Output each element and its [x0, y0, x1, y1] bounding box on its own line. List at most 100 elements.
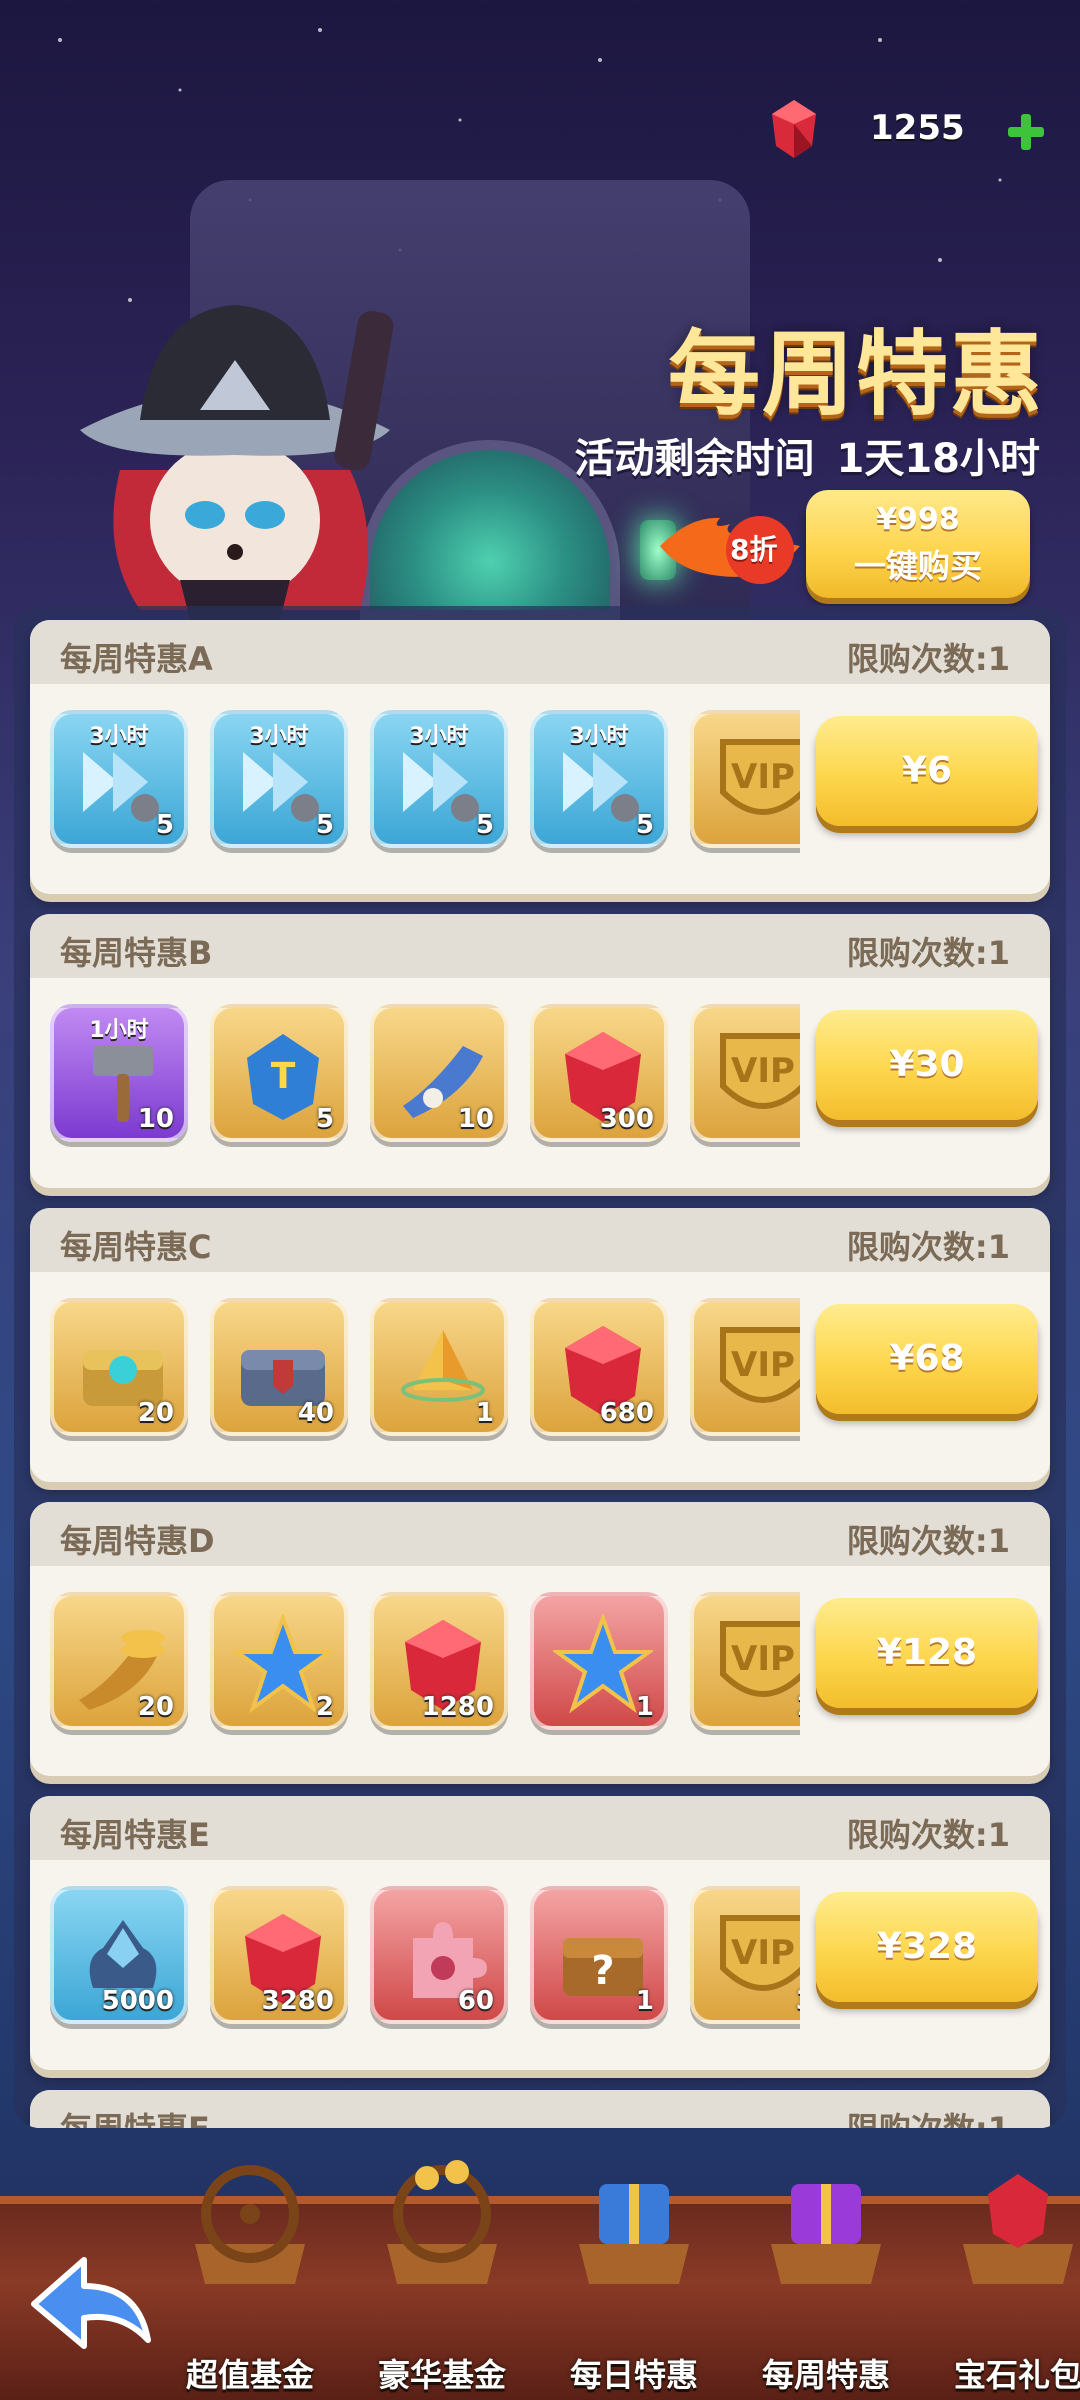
- reward-item[interactable]: 300: [530, 1004, 668, 1142]
- reward-item[interactable]: VIP: [690, 710, 800, 848]
- nav-tab-5[interactable]: 宝石礼包: [933, 2144, 1080, 2400]
- reward-item[interactable]: 1: [370, 1298, 508, 1436]
- item-count: 1280: [421, 1692, 494, 1722]
- reward-item[interactable]: 3小时 5: [530, 710, 668, 848]
- offer-items: 5000328060?1VIP3: [50, 1886, 800, 2030]
- reward-item[interactable]: 1小时 10: [50, 1004, 188, 1142]
- item-count: 2: [315, 1692, 334, 1722]
- gem-currency: 1255: [770, 100, 1060, 164]
- svg-text:VIP: VIP: [731, 1639, 795, 1679]
- reward-item[interactable]: T5: [210, 1004, 348, 1142]
- offer-items: 1小时 10 T 5 10 300 VIP: [50, 1004, 800, 1148]
- vip-badge-icon: VIP: [720, 1621, 800, 1697]
- purchase-limit: 限购次数:1: [846, 640, 1010, 678]
- item-count: 5000: [101, 1986, 174, 2016]
- time-value: 1天18小时: [836, 436, 1041, 482]
- item-count: 3: [796, 1986, 800, 2016]
- offer-card: 每周特惠A 限购次数:1 3小时 5 3小时 5 3小时 5 3小时 5 VIP ¥6: [30, 620, 1050, 894]
- item-count: 5: [475, 810, 494, 840]
- reward-item[interactable]: 3小时 5: [370, 710, 508, 848]
- offer-title: 每周特惠B: [60, 934, 213, 972]
- svg-text:VIP: VIP: [731, 1933, 795, 1973]
- reward-item[interactable]: VIP: [690, 1298, 800, 1436]
- nav-tab-2[interactable]: 豪华基金: [357, 2144, 527, 2400]
- item-count: 5: [635, 810, 654, 840]
- item-duration-tag: 3小时: [409, 724, 469, 749]
- item-count: 5: [315, 1104, 334, 1134]
- reward-item[interactable]: 5000: [50, 1886, 188, 2024]
- item-count: 40: [297, 1398, 334, 1428]
- reward-item[interactable]: VIP3: [690, 1886, 800, 2024]
- buy-all-button[interactable]: ¥998 一键购买: [806, 490, 1030, 598]
- vip-badge-icon: VIP: [720, 1033, 800, 1109]
- purchase-limit: 限购次数:1: [846, 934, 1010, 972]
- event-title: 每周特惠: [667, 321, 1044, 428]
- reward-item[interactable]: 20: [50, 1298, 188, 1436]
- offer-card: 每周特惠B 限购次数:1 1小时 10 T 5 10 300 VIP ¥30: [30, 914, 1050, 1188]
- item-count: 680: [599, 1398, 654, 1428]
- offer-card-header: 每周特惠B 限购次数:1: [30, 914, 1050, 978]
- buy-offer-button[interactable]: ¥328: [816, 1892, 1038, 2002]
- offer-card-header: 每周特惠E 限购次数:1: [30, 1796, 1050, 1860]
- offers-panel[interactable]: 每周特惠A 限购次数:1 3小时 5 3小时 5 3小时 5 3小时 5 VIP ¥6 每周特惠B 限购次…: [14, 606, 1066, 2128]
- offer-card: 每周特惠C 限购次数:1 20 40 1 680 VIP ¥68: [30, 1208, 1050, 1482]
- reward-item[interactable]: 60: [370, 1886, 508, 2024]
- reward-item[interactable]: 3小时 5: [210, 710, 348, 848]
- weekly-gift-ship-icon: [771, 2184, 881, 2284]
- reward-item[interactable]: 2: [210, 1592, 348, 1730]
- offer-card: 每周特惠D限购次数:120212801VIP1¥128: [30, 1502, 1050, 1776]
- bundle-action: 一键购买: [853, 547, 982, 585]
- add-gems-plus-icon[interactable]: [1006, 112, 1046, 152]
- daily-gift-ship-icon: [579, 2184, 689, 2284]
- reward-item[interactable]: 10: [370, 1004, 508, 1142]
- gem-count: 1255: [870, 108, 965, 148]
- cowgirl-fox-character: [80, 305, 394, 620]
- buy-offer-button[interactable]: ¥6: [816, 716, 1038, 826]
- offer-title: 每周特惠F: [60, 2104, 210, 2128]
- item-count: 10: [457, 1104, 494, 1134]
- reward-item[interactable]: 1280: [370, 1592, 508, 1730]
- reward-item[interactable]: 3280: [210, 1886, 348, 2024]
- offer-items: 3小时 5 3小时 5 3小时 5 3小时 5 VIP: [50, 710, 800, 854]
- svg-text:VIP: VIP: [731, 757, 795, 797]
- svg-text:VIP: VIP: [731, 1345, 795, 1385]
- buy-offer-button[interactable]: ¥128: [816, 1598, 1038, 1708]
- reward-item[interactable]: 1: [530, 1592, 668, 1730]
- item-count: 300: [599, 1104, 654, 1134]
- vip-badge-icon: VIP: [720, 1327, 800, 1403]
- discount-label: 8折: [730, 533, 778, 566]
- item-count: 10: [137, 1104, 174, 1134]
- reward-item[interactable]: ? 1: [530, 1886, 668, 2024]
- gem-ship-icon: [963, 2174, 1073, 2284]
- offer-card-header: 每周特惠C 限购次数:1: [30, 1208, 1050, 1272]
- item-count: 60: [457, 1986, 494, 2016]
- reward-item[interactable]: 20: [50, 1592, 188, 1730]
- item-count: 1: [796, 1692, 800, 1722]
- buy-offer-button[interactable]: ¥30: [816, 1010, 1038, 1120]
- reward-item[interactable]: VIP: [690, 1004, 800, 1142]
- reward-item[interactable]: 40: [210, 1298, 348, 1436]
- reward-item[interactable]: 3小时 5: [50, 710, 188, 848]
- purchase-limit: 限购次数:1: [846, 1228, 1010, 1266]
- reward-item[interactable]: VIP1: [690, 1592, 800, 1730]
- nav-tab-label: 每周特惠: [761, 2356, 890, 2394]
- offer-card: 每周特惠F 限购次数:1: [30, 2090, 1050, 2128]
- svg-text:?: ?: [591, 1948, 614, 1994]
- reward-item[interactable]: 680: [530, 1298, 668, 1436]
- offer-card: 每周特惠E限购次数:15000328060?1VIP3¥328: [30, 1796, 1050, 2070]
- offer-card-header: 每周特惠D 限购次数:1: [30, 1502, 1050, 1566]
- item-count: 5: [315, 810, 334, 840]
- offer-items: 20212801VIP1: [50, 1592, 800, 1736]
- item-duration-tag: 1小时: [89, 1018, 149, 1043]
- vip-badge-icon: VIP: [720, 739, 800, 815]
- purchase-limit: 限购次数:1: [847, 2104, 1010, 2128]
- nav-tab-3[interactable]: 每日特惠: [549, 2144, 719, 2400]
- offer-title: 每周特惠E: [60, 1816, 210, 1854]
- ruby-icon: [772, 100, 816, 158]
- nav-tab-1[interactable]: 超值基金: [165, 2144, 335, 2400]
- nav-tab-label: 每日特惠: [569, 2356, 698, 2394]
- offer-card-header: 每周特惠F 限购次数:1: [30, 2090, 1050, 2128]
- back-arrow-icon[interactable]: [26, 2248, 156, 2358]
- buy-offer-button[interactable]: ¥68: [816, 1304, 1038, 1414]
- nav-tab-4[interactable]: 每周特惠: [741, 2144, 911, 2400]
